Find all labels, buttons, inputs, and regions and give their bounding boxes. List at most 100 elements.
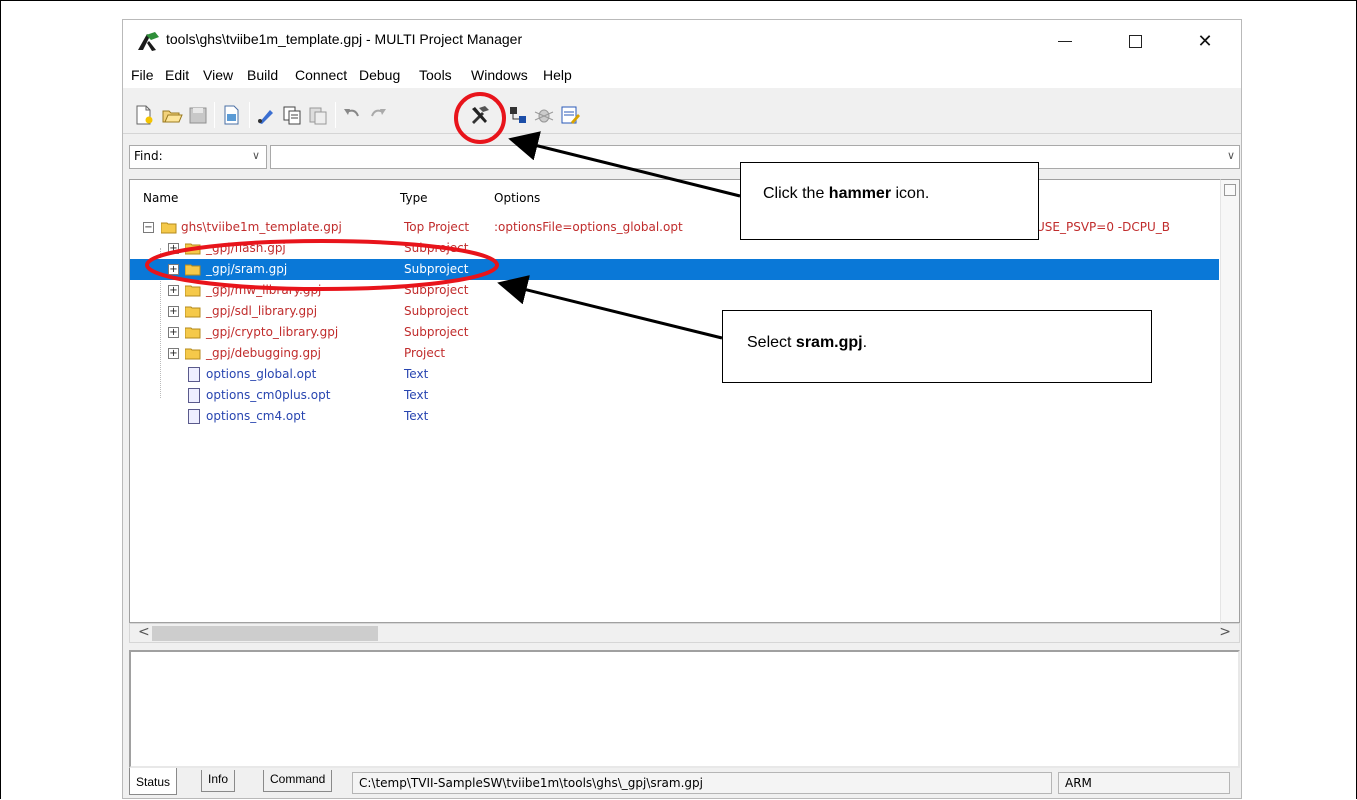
minimize-button[interactable]: [1043, 20, 1087, 62]
find-select[interactable]: Find: ∨: [129, 145, 267, 169]
copy-icon[interactable]: [281, 104, 303, 126]
menu-windows[interactable]: Windows: [471, 67, 528, 83]
menu-debug[interactable]: Debug: [359, 67, 400, 83]
folder-icon: [185, 306, 201, 318]
folder-icon: [185, 264, 201, 276]
menu-edit[interactable]: Edit: [165, 67, 189, 83]
tree-item-type: Subproject: [404, 325, 469, 339]
menu-build[interactable]: Build: [247, 67, 278, 83]
tree-item-name: ghs\tviibe1m_template.gpj: [181, 220, 342, 234]
open-folder-icon[interactable]: [161, 104, 183, 126]
minimize-icon: [1058, 40, 1072, 42]
find-label: Find:: [134, 149, 163, 163]
tree-item-type: Subproject: [404, 241, 469, 255]
expand-icon[interactable]: +: [168, 243, 179, 254]
callout-hammer: Click the hammer icon.: [740, 162, 1039, 240]
tree-item-name: options_cm4.opt: [206, 409, 306, 423]
new-project-icon[interactable]: [221, 104, 243, 126]
column-header-name[interactable]: Name: [143, 191, 178, 205]
callout-text: .: [862, 334, 868, 351]
chevron-down-icon: ∨: [251, 149, 260, 162]
tree-item-type: Text: [404, 409, 429, 423]
tab-command[interactable]: Command: [263, 770, 333, 792]
notes-icon[interactable]: [559, 104, 581, 126]
callout-bold-text: hammer: [828, 185, 892, 202]
close-button[interactable]: ✕: [1183, 20, 1227, 62]
tree-item-name: _gpj/flash.gpj: [206, 241, 286, 255]
edit-icon[interactable]: [255, 104, 277, 126]
save-icon[interactable]: [187, 104, 209, 126]
scroll-thumb[interactable]: [152, 626, 378, 641]
redo-icon[interactable]: [367, 104, 389, 126]
menu-help[interactable]: Help: [543, 67, 572, 83]
find-bar: Find: ∨ ∨: [123, 145, 1241, 171]
tab-info[interactable]: Info: [201, 770, 236, 792]
column-chooser-icon[interactable]: [1224, 184, 1236, 196]
menu-connect[interactable]: Connect: [295, 67, 347, 83]
tree-row-top-project[interactable]: − ghs\tviibe1m_template.gpj Top Project …: [130, 217, 1219, 238]
horizontal-scrollbar[interactable]: < >: [129, 623, 1240, 643]
output-pane[interactable]: [129, 650, 1240, 768]
toolbar: [123, 88, 1241, 134]
tree-item-name: options_global.opt: [206, 367, 317, 381]
undo-icon[interactable]: [341, 104, 363, 126]
menu-bar: File Edit View Build Connect Debug Tools…: [123, 62, 1241, 88]
tree-row-flash[interactable]: + _gpj/flash.gpj Subproject: [130, 238, 1219, 259]
debug-bug-icon[interactable]: [533, 104, 555, 126]
paste-icon[interactable]: [307, 104, 329, 126]
tab-status[interactable]: Status: [129, 768, 178, 795]
tree-item-name: _gpj/mw_library.gpj: [206, 283, 322, 297]
tree-item-type: Subproject: [404, 262, 469, 276]
title-bar: tools\ghs\tviibe1m_template.gpj - MULTI …: [123, 20, 1241, 62]
tree-item-type: Project: [404, 346, 446, 360]
expand-icon[interactable]: +: [168, 264, 179, 275]
tree-item-options: :optionsFile=options_global.opt: [494, 220, 683, 234]
toolbar-separator: [214, 102, 215, 128]
expand-icon[interactable]: +: [168, 306, 179, 317]
scroll-right-icon[interactable]: >: [1219, 624, 1231, 640]
tree-item-name: _gpj/debugging.gpj: [206, 346, 322, 360]
scroll-left-icon[interactable]: <: [138, 624, 150, 640]
project-manager-window: tools\ghs\tviibe1m_template.gpj - MULTI …: [122, 19, 1242, 799]
tree-item-name: _gpj/sdl_library.gpj: [206, 304, 318, 318]
tree-item-type: Text: [404, 367, 429, 381]
tree-item-name: options_cm0plus.opt: [206, 388, 331, 402]
maximize-icon: [1128, 34, 1142, 48]
folder-icon: [185, 285, 201, 297]
tree-row-options-cm0plus[interactable]: options_cm0plus.opt Text: [130, 385, 1219, 406]
tree-row-options-cm4[interactable]: options_cm4.opt Text: [130, 406, 1219, 427]
tree-row-mw-library[interactable]: + _gpj/mw_library.gpj Subproject: [130, 280, 1219, 301]
text-file-icon: [188, 388, 200, 403]
connect-icon[interactable]: [507, 104, 529, 126]
text-file-icon: [188, 409, 200, 424]
callout-text: icon.: [891, 185, 930, 202]
expand-icon[interactable]: +: [168, 285, 179, 296]
window-title: tools\ghs\tviibe1m_template.gpj - MULTI …: [166, 31, 523, 47]
tree-item-name: _gpj/crypto_library.gpj: [206, 325, 339, 339]
tree-item-type: Text: [404, 388, 429, 402]
callout-bold-text: sram.gpj: [795, 334, 863, 351]
menu-view[interactable]: View: [203, 67, 233, 83]
column-header-type[interactable]: Type: [400, 191, 428, 205]
new-file-icon[interactable]: [133, 104, 155, 126]
menu-tools[interactable]: Tools: [419, 67, 452, 83]
tree-row-sram[interactable]: + _gpj/sram.gpj Subproject: [130, 259, 1219, 280]
expand-icon[interactable]: +: [168, 327, 179, 338]
tree-item-type: Subproject: [404, 283, 469, 297]
multi-app-icon: [138, 32, 159, 51]
status-path: C:\temp\TVII-SampleSW\tviibe1m\tools\ghs…: [352, 772, 1052, 794]
close-icon: ✕: [1197, 30, 1213, 52]
collapse-icon[interactable]: −: [143, 222, 154, 233]
column-header-options[interactable]: Options: [494, 191, 540, 205]
build-hammer-icon[interactable]: [469, 104, 491, 126]
chevron-down-icon: ∨: [1226, 149, 1235, 162]
folder-icon: [185, 348, 201, 360]
toolbar-separator: [335, 102, 336, 128]
callout-text: Select: [747, 334, 796, 351]
maximize-button[interactable]: [1113, 20, 1157, 62]
expand-icon[interactable]: +: [168, 348, 179, 359]
menu-file[interactable]: File: [131, 67, 154, 83]
folder-icon: [185, 243, 201, 255]
vertical-scroll-strip: [1220, 179, 1240, 623]
status-architecture: ARM: [1058, 772, 1230, 794]
